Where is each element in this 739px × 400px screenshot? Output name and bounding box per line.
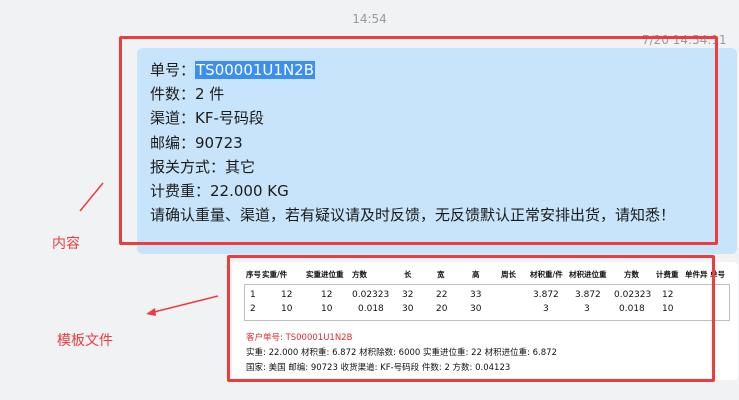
content-arrow-icon bbox=[79, 182, 104, 212]
arrowhead-icon bbox=[146, 308, 156, 316]
content-annotation-label: 内容 bbox=[52, 236, 80, 252]
template-annotation-label: 模板文件 bbox=[57, 333, 113, 349]
template-arrow-icon bbox=[149, 295, 219, 314]
